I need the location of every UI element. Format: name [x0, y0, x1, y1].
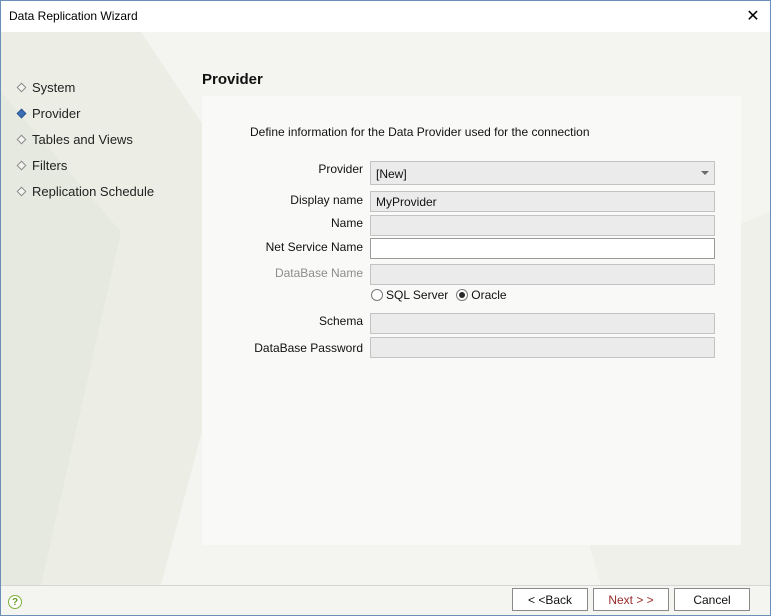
step-label: Tables and Views	[32, 131, 133, 147]
window-title: Data Replication Wizard	[9, 9, 138, 23]
close-icon: ✕	[746, 8, 760, 25]
radio-unchecked-icon[interactable]	[371, 289, 383, 301]
radio-sql-server-label: SQL Server	[386, 288, 449, 302]
close-button[interactable]: ✕	[736, 1, 770, 31]
schema-field[interactable]	[370, 313, 715, 334]
help-icon[interactable]: ?	[8, 595, 22, 609]
step-replication-schedule[interactable]: Replication Schedule	[16, 178, 154, 204]
name-label: Name	[330, 216, 363, 230]
step-label: Filters	[32, 157, 68, 173]
provider-value: [New]	[376, 167, 407, 181]
step-bullet-active-icon	[16, 108, 27, 118]
database-password-field[interactable]	[370, 337, 715, 358]
database-password-label: DataBase Password	[254, 341, 363, 355]
name-field[interactable]	[370, 215, 715, 236]
wizard-footer: ? < <Back Next > > Cancel	[1, 585, 770, 615]
step-tables-and-views[interactable]: Tables and Views	[16, 126, 154, 152]
step-provider[interactable]: Provider	[16, 100, 154, 126]
radio-oracle-label: Oracle	[471, 288, 507, 302]
display-name-field[interactable]: MyProvider	[370, 191, 715, 212]
cancel-button[interactable]: Cancel	[674, 588, 750, 611]
next-button[interactable]: Next > >	[593, 588, 669, 611]
chevron-down-icon	[701, 171, 709, 175]
back-button[interactable]: < <Back	[512, 588, 588, 611]
display-name-label: Display name	[290, 193, 363, 207]
provider-label: Provider	[318, 162, 363, 176]
radio-oracle[interactable]: Oracle	[456, 288, 507, 302]
radio-sql-server[interactable]: SQL Server	[371, 288, 448, 302]
wizard-body: System Provider Tables and Views Filters…	[1, 32, 770, 585]
step-bullet-icon	[16, 160, 27, 170]
wizard-window: Data Replication Wizard ✕ System Provide…	[0, 0, 771, 616]
database-name-label: DataBase Name	[274, 266, 363, 280]
radio-checked-icon[interactable]	[456, 289, 469, 301]
step-label: Replication Schedule	[32, 183, 155, 199]
step-bullet-icon	[16, 134, 27, 144]
database-name-field[interactable]	[370, 264, 715, 285]
step-bullet-icon	[16, 82, 27, 92]
step-label: System	[32, 79, 76, 95]
database-type-radio-group: SQL Server Oracle	[371, 288, 515, 302]
wizard-steps: System Provider Tables and Views Filters…	[16, 74, 154, 204]
title-bar: Data Replication Wizard ✕	[1, 1, 770, 32]
display-name-value: MyProvider	[376, 195, 437, 209]
step-label: Provider	[32, 105, 81, 121]
net-service-name-field[interactable]	[370, 238, 715, 259]
step-filters[interactable]: Filters	[16, 152, 154, 178]
intro-text: Define information for the Data Provider…	[250, 125, 590, 139]
page-title: Provider	[202, 71, 263, 88]
step-system[interactable]: System	[16, 74, 154, 100]
net-service-name-label: Net Service Name	[265, 240, 363, 254]
provider-select[interactable]: [New]	[370, 161, 715, 185]
schema-label: Schema	[318, 314, 363, 328]
step-bullet-icon	[16, 186, 27, 196]
